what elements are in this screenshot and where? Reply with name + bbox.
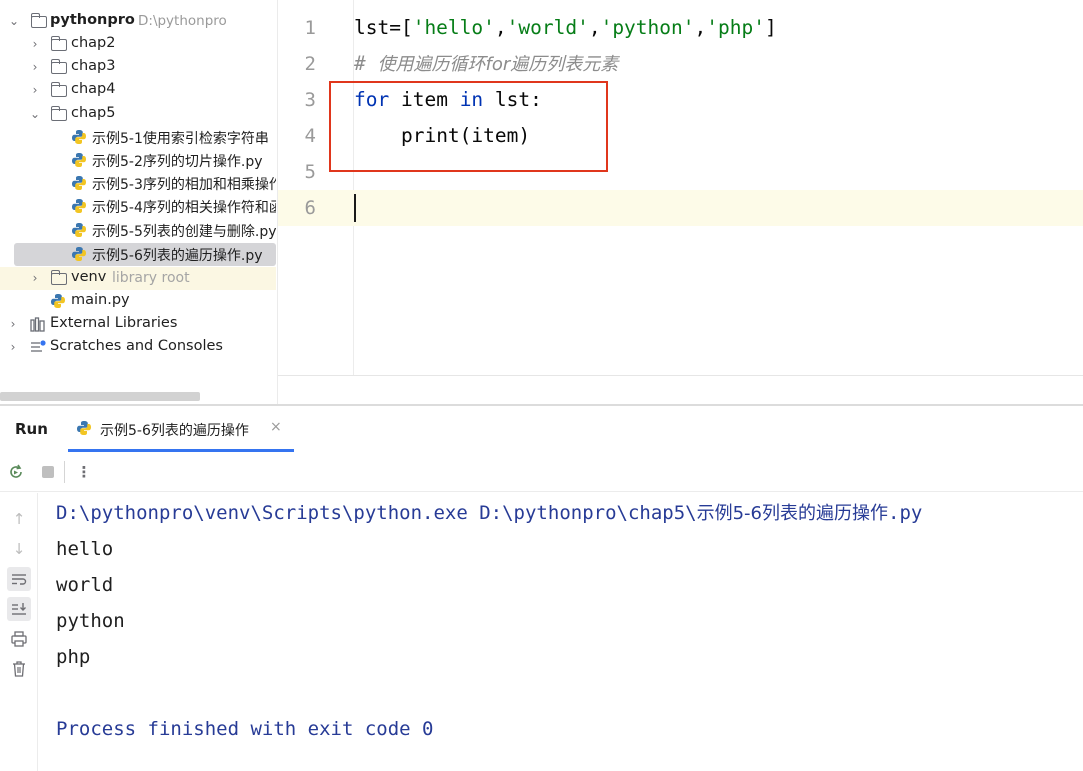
tree-item-chap5[interactable]: ⌄ chap5 [0, 103, 276, 126]
tree-item-label: 示例5-5列表的创建与删除.py [92, 224, 276, 240]
chevron-right-icon[interactable]: › [7, 318, 19, 330]
line-number: 6 [304, 197, 316, 219]
line-number: 2 [304, 53, 316, 75]
console-exit-message: Process finished with exit code 0 [56, 718, 434, 740]
run-toolbar: ⋮ [0, 452, 1083, 492]
tree-item-label: External Libraries [50, 315, 178, 331]
tree-item-label: main.py [71, 292, 130, 308]
code-line-current[interactable]: 6 [278, 190, 1083, 226]
console-line: php [56, 646, 91, 668]
chevron-down-icon[interactable]: ⌄ [29, 108, 41, 120]
tree-item-venv[interactable]: › venv library root [0, 267, 276, 290]
folder-icon [50, 36, 67, 51]
code-text: lst=['hello','world','python','php'] [354, 16, 777, 39]
tree-root[interactable]: ⌄ pythonpro D:\pythonpro [0, 10, 276, 33]
folder-icon [50, 106, 67, 121]
tree-item-file[interactable]: 示例5-2序列的切片操作.py [0, 149, 276, 172]
tree-item-external-libraries[interactable]: › External Libraries [0, 313, 276, 336]
tree-item-label: 示例5-4序列的相关操作符和函数 [92, 200, 276, 216]
code-line[interactable]: 2 # 使用遍历循环for遍历列表元素 [278, 46, 1083, 82]
tree-item-label: Scratches and Consoles [50, 338, 223, 354]
line-number: 5 [304, 161, 316, 183]
tree-item-label: chap4 [71, 81, 116, 97]
console-line: python [56, 610, 125, 632]
tree-root-label: pythonpro [50, 12, 135, 28]
print-icon[interactable] [7, 627, 31, 651]
chevron-down-icon[interactable]: ⌄ [8, 15, 20, 27]
library-icon [30, 317, 45, 332]
python-file-icon [72, 199, 86, 213]
tree-item-main[interactable]: main.py [0, 290, 276, 313]
tree-item-scratches[interactable]: › Scratches and Consoles [0, 336, 276, 359]
python-file-icon [72, 223, 86, 237]
chevron-right-icon[interactable]: › [29, 61, 41, 73]
tree-item-label: 示例5-2序列的切片操作.py [92, 154, 263, 170]
run-sidebar: ↑ ↓ [0, 493, 38, 771]
tree-item-label: chap5 [71, 105, 116, 121]
chevron-right-icon[interactable]: › [29, 38, 41, 50]
scroll-to-end-icon[interactable] [7, 597, 31, 621]
code-comment: # 使用遍历循环for遍历列表元素 [354, 52, 619, 75]
tree-item-label: 示例5-3序列的相加和相乘操作 [92, 177, 276, 193]
run-tab-label: 示例5-6列表的遍历操作 [100, 423, 249, 439]
line-number: 1 [304, 17, 316, 39]
text-caret [354, 194, 356, 222]
folder-icon [50, 82, 67, 97]
python-file-icon [51, 294, 65, 308]
python-file-icon [72, 176, 86, 190]
trash-icon[interactable] [7, 657, 31, 681]
tree-item-label: 示例5-6列表的遍历操作.py [92, 248, 263, 264]
run-header: Run 示例5-6列表的遍历操作 × [0, 406, 1083, 452]
library-root-hint: library root [112, 270, 190, 286]
tree-item-file[interactable]: 示例5-4序列的相关操作符和函数 [0, 195, 276, 218]
tree-item-chap4[interactable]: › chap4 [0, 79, 276, 102]
tree-item-chap3[interactable]: › chap3 [0, 56, 276, 79]
folder-icon [50, 270, 67, 285]
tree-item-file[interactable]: 示例5-3序列的相加和相乘操作 [0, 172, 276, 195]
more-options-icon[interactable]: ⋮ [75, 463, 93, 481]
python-file-icon [72, 130, 86, 144]
code-editor[interactable]: 1 lst=['hello','world','python','php'] 2… [277, 0, 1083, 404]
tree-item-label: chap2 [71, 35, 116, 51]
console-output[interactable]: D:\pythonpro\venv\Scripts\python.exe D:\… [56, 494, 1076, 764]
run-title: Run [15, 420, 48, 438]
scroll-up-icon[interactable]: ↑ [7, 507, 31, 531]
code-line[interactable]: 1 lst=['hello','world','python','php'] [278, 10, 1083, 46]
tree-item-file-selected[interactable]: 示例5-6列表的遍历操作.py [14, 243, 276, 266]
soft-wrap-icon[interactable] [7, 567, 31, 591]
line-number: 3 [304, 89, 316, 111]
folder-icon [30, 13, 47, 28]
chevron-right-icon[interactable]: › [7, 341, 19, 353]
run-tab[interactable]: 示例5-6列表的遍历操作 × [68, 406, 294, 452]
python-file-icon [72, 247, 86, 261]
tree-item-label: venv [71, 269, 107, 285]
chevron-right-icon[interactable]: › [29, 272, 41, 284]
console-command: D:\pythonpro\venv\Scripts\python.exe D:\… [56, 502, 923, 524]
tree-item-chap2[interactable]: › chap2 [0, 33, 276, 56]
horizontal-scrollbar[interactable] [0, 392, 200, 401]
chevron-right-icon[interactable]: › [29, 84, 41, 96]
python-file-icon [77, 421, 91, 435]
tree-item-label: chap3 [71, 58, 116, 74]
tree-item-label: 示例5-1使用索引检索字符串 [92, 131, 269, 147]
console-line: hello [56, 538, 114, 560]
close-icon[interactable]: × [270, 419, 282, 435]
python-file-icon [72, 153, 86, 167]
tree-root-path: D:\pythonpro [138, 13, 227, 29]
project-tree: ⌄ pythonpro D:\pythonpro › chap2 › chap3… [0, 0, 276, 404]
highlight-box [329, 81, 608, 172]
editor-bottom-border [278, 375, 1083, 376]
console-line: world [56, 574, 114, 596]
line-number: 4 [304, 125, 316, 147]
folder-icon [50, 59, 67, 74]
tree-item-file[interactable]: 示例5-1使用索引检索字符串 [0, 126, 276, 149]
scroll-down-icon[interactable]: ↓ [7, 537, 31, 561]
stop-icon[interactable] [39, 463, 57, 481]
tree-item-file[interactable]: 示例5-5列表的创建与删除.py [0, 219, 276, 242]
rerun-icon[interactable] [7, 463, 25, 481]
scratches-icon [31, 340, 46, 352]
toolbar-separator [64, 461, 65, 483]
